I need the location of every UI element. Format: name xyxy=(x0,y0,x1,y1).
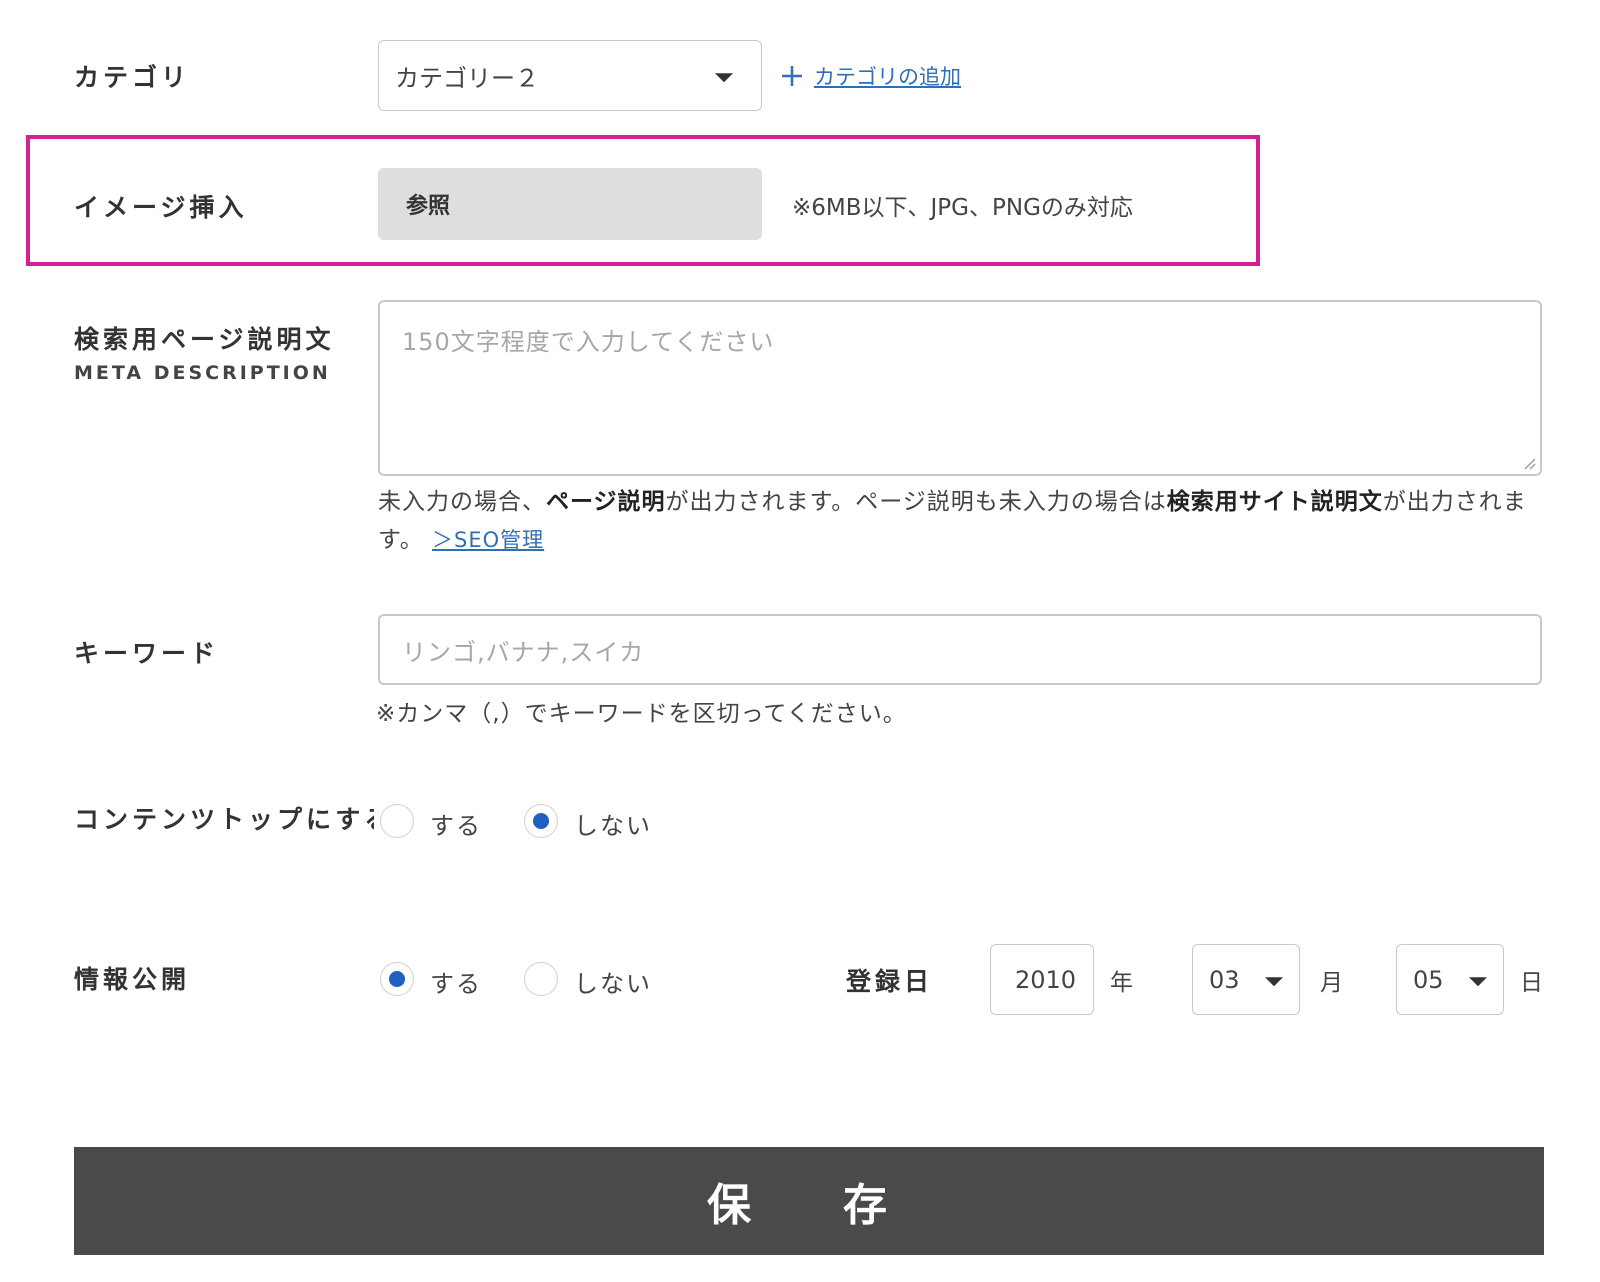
meta-description-help: 未入力の場合、ページ説明が出力されます。ページ説明も未入力の場合は検索用サイト説… xyxy=(378,489,1527,553)
meta-description-label: 検索用ページ説明文 xyxy=(74,325,335,354)
save-button-label: 保 存 xyxy=(707,1180,911,1231)
year-value: 2010 xyxy=(1015,965,1077,994)
keyword-label: キーワード xyxy=(74,639,220,668)
registration-date-label: 登録日 xyxy=(846,967,934,996)
day-value: 05 xyxy=(1413,965,1444,994)
meta-description-placeholder: 150文字程度で入力してください xyxy=(402,328,775,356)
content-top-label: コンテンツトップにする xyxy=(74,805,374,834)
publish-radio-yes-label: する xyxy=(430,970,482,998)
keyword-help: ※カンマ（,）でキーワードを区切ってください。 xyxy=(376,701,907,727)
save-button[interactable]: 保 存 xyxy=(74,1147,1544,1255)
plus-icon xyxy=(782,66,802,86)
browse-button-label: 参照 xyxy=(406,194,451,219)
keyword-placeholder: リンゴ,バナナ,スイカ xyxy=(402,638,645,666)
content-top-label-clip: コンテンツトップにする xyxy=(74,800,374,840)
category-select[interactable]: カテゴリー２ xyxy=(378,40,762,111)
year-input[interactable]: 2010 xyxy=(990,944,1094,1015)
content-top-radio-yes-label: する xyxy=(430,812,482,840)
content-top-radio-no-label: しない xyxy=(574,812,652,840)
category-select-value: カテゴリー２ xyxy=(395,64,539,92)
publish-radio-yes[interactable] xyxy=(380,962,414,996)
meta-description-sub-label: META DESCRIPTION xyxy=(74,362,331,384)
image-insert-note: ※6MB以下、JPG、PNGのみ対応 xyxy=(792,195,1133,221)
month-select[interactable]: 03 xyxy=(1192,944,1300,1015)
chevron-down-icon xyxy=(1265,976,1283,986)
publish-radio-no[interactable] xyxy=(524,962,558,996)
publish-radio-no-label: しない xyxy=(574,970,652,998)
image-insert-label: イメージ挿入 xyxy=(74,193,248,222)
resize-handle-icon[interactable] xyxy=(1520,454,1536,470)
publish-label: 情報公開 xyxy=(74,965,191,994)
meta-description-textarea[interactable]: 150文字程度で入力してください xyxy=(378,300,1542,476)
month-value: 03 xyxy=(1209,965,1240,994)
content-top-radio-no[interactable] xyxy=(524,804,558,838)
year-unit: 年 xyxy=(1110,970,1133,996)
content-top-radio-yes[interactable] xyxy=(380,804,414,838)
browse-button[interactable]: 参照 xyxy=(378,168,762,240)
add-category-link-text: カテゴリの追加 xyxy=(814,65,961,89)
day-select[interactable]: 05 xyxy=(1396,944,1504,1015)
seo-management-link[interactable]: ＞SEO管理 xyxy=(432,528,544,552)
month-unit: 月 xyxy=(1320,970,1343,996)
chevron-down-icon xyxy=(715,72,733,82)
add-category-link[interactable]: カテゴリの追加 xyxy=(780,56,961,96)
keyword-input[interactable]: リンゴ,バナナ,スイカ xyxy=(378,614,1542,685)
chevron-down-icon xyxy=(1469,976,1487,986)
day-unit: 日 xyxy=(1520,970,1543,996)
category-label: カテゴリ xyxy=(74,63,191,92)
